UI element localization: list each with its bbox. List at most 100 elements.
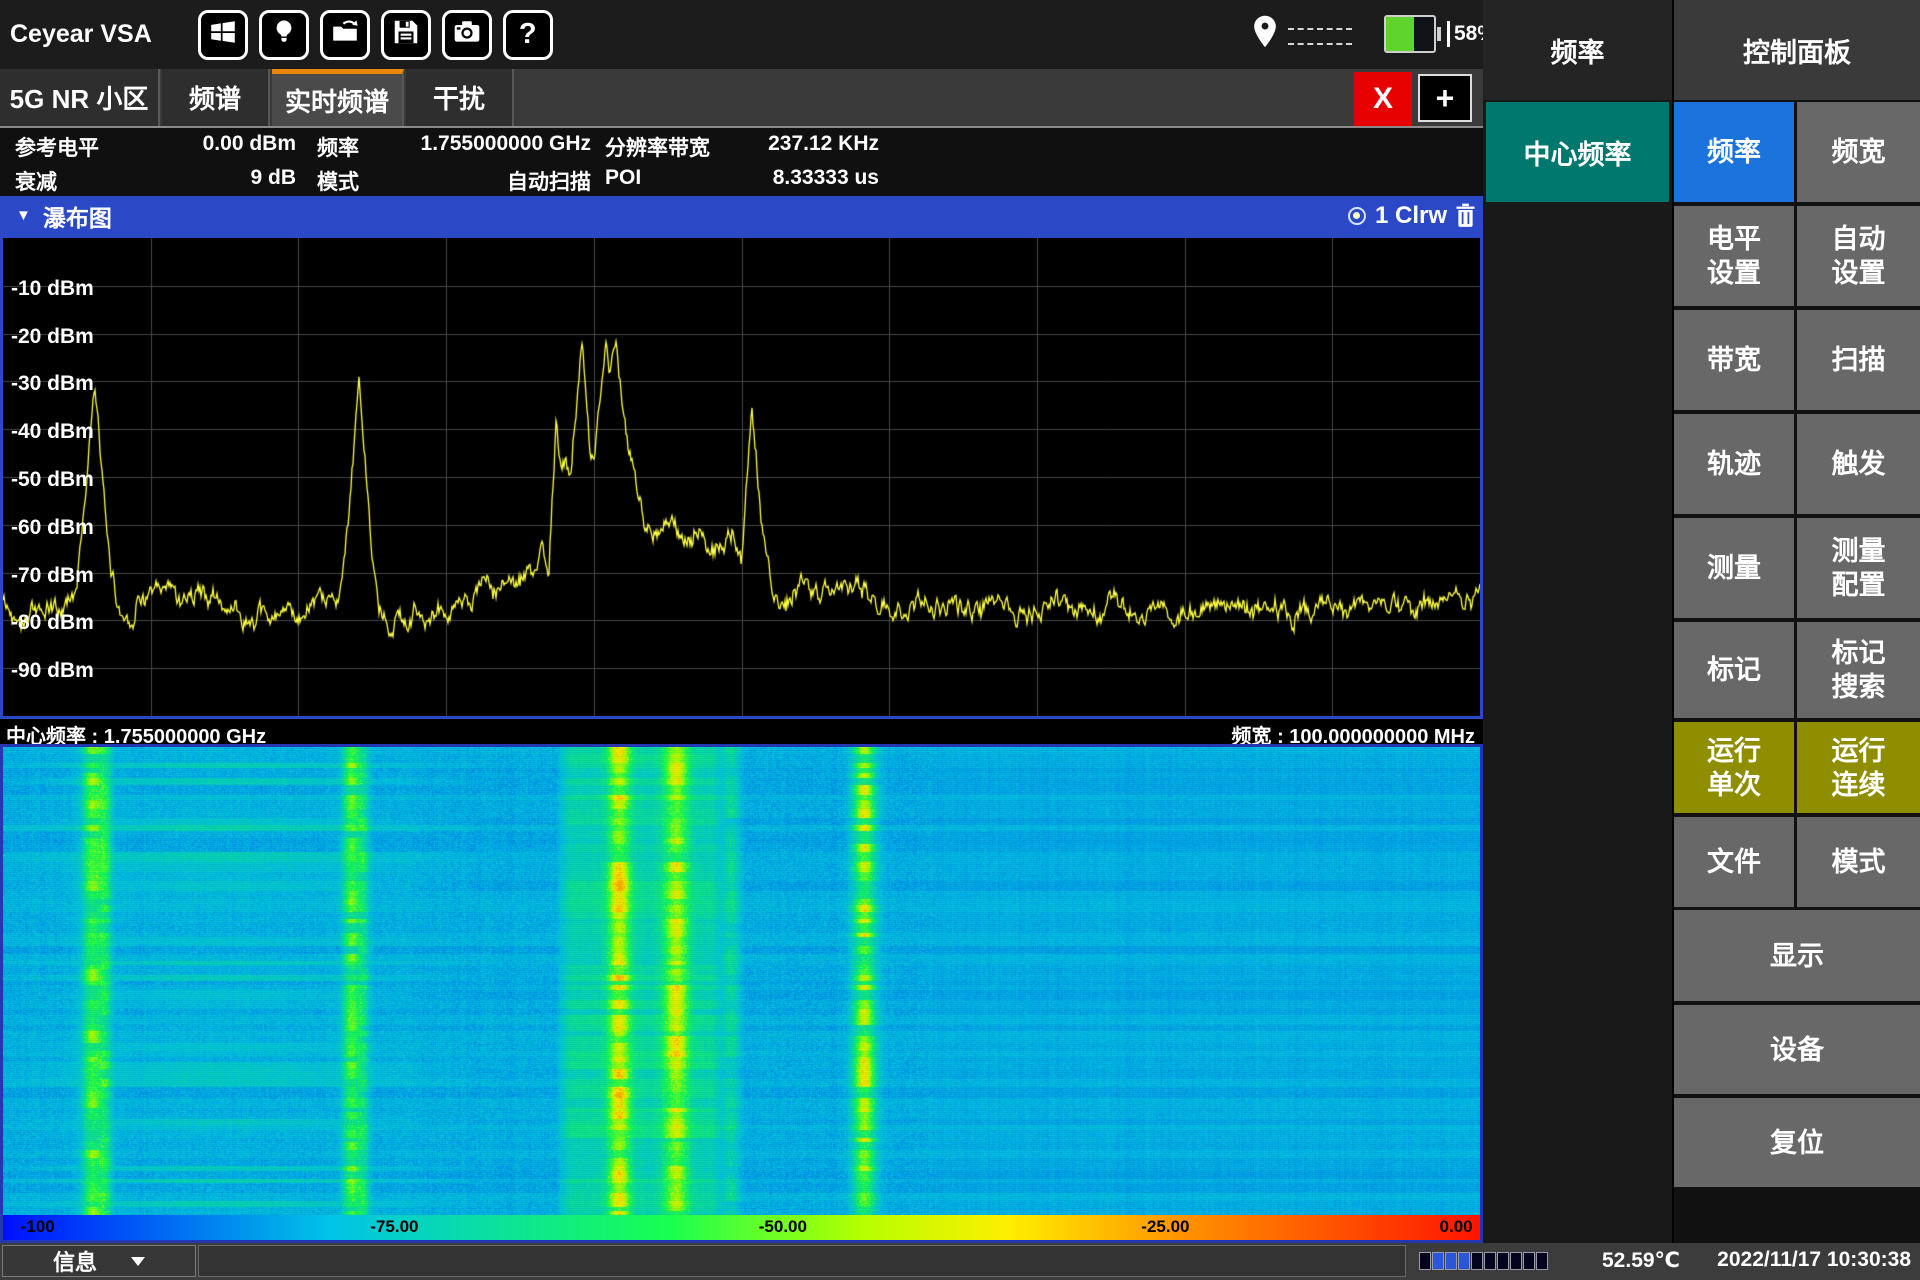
save-button[interactable]	[381, 10, 431, 60]
measurement-settings-bar: 参考电平0.00 dBm频率1.755000000 GHz分辨率带宽237.12…	[0, 128, 1483, 196]
progress-block	[1484, 1252, 1496, 1270]
rbw-value: 237.12 KHz	[610, 132, 879, 156]
settings-row: 参考电平0.00 dBm频率1.755000000 GHz分辨率带宽237.12…	[0, 128, 1483, 162]
y-axis-label: -80 dBm	[11, 611, 94, 635]
frequency-value: 1.755000000 GHz	[400, 132, 591, 156]
battery-icon	[1384, 15, 1436, 53]
toolbar: ?	[198, 10, 553, 60]
progress-blocks	[1419, 1252, 1548, 1270]
attenuation-value: 9 dB	[100, 166, 296, 190]
help-button[interactable]: ?	[503, 10, 553, 60]
y-axis-label: -30 dBm	[11, 372, 94, 396]
location-pin-icon	[1252, 14, 1278, 55]
control-panel: 控制面板 频率频宽电平 设置自动 设置带宽扫描轨迹触发测量测量 配置标记标记 搜…	[1674, 0, 1920, 1243]
cp-button-level-setup[interactable]: 电平 设置	[1674, 206, 1794, 306]
color-scale-label: 0.00	[1440, 1217, 1473, 1237]
cp-button-marker[interactable]: 标记	[1674, 622, 1794, 718]
cp-button-mode[interactable]: 模式	[1797, 817, 1920, 907]
camera-icon	[452, 17, 482, 52]
y-axis-label: -50 dBm	[11, 468, 94, 492]
waterfall-display: -100 -75.00 -50.00 -25.00 0.00	[0, 744, 1483, 1243]
sweep-mode-value: 自动扫描	[400, 166, 591, 196]
cp-button-marker-search[interactable]: 标记 搜索	[1797, 622, 1920, 718]
folder-open-button[interactable]	[320, 10, 370, 60]
tab-realtime-spectrum[interactable]: 实时频谱	[272, 69, 404, 126]
y-axis-label: -40 dBm	[11, 420, 94, 444]
cp-button-measure[interactable]: 测量	[1674, 518, 1794, 618]
control-panel-title: 控制面板	[1674, 0, 1920, 100]
amplitude-color-scale: -100 -75.00 -50.00 -25.00 0.00	[3, 1215, 1480, 1240]
trace-radio-button[interactable]	[1348, 207, 1366, 225]
datetime-readout: 2022/11/17 10:30:38	[1717, 1248, 1911, 1272]
close-tab-button[interactable]: X	[1354, 72, 1412, 126]
cp-button-span[interactable]: 频宽	[1797, 102, 1920, 202]
measurement-tab-bar: X + 5G NR 小区频谱实时频谱干扰	[0, 69, 1483, 128]
progress-block	[1419, 1252, 1431, 1270]
progress-block	[1497, 1252, 1509, 1270]
add-tab-button[interactable]: +	[1418, 74, 1472, 122]
progress-block	[1445, 1252, 1457, 1270]
progress-block	[1471, 1252, 1483, 1270]
frequency-label: 频率	[317, 132, 359, 162]
color-scale-label: -25.00	[1141, 1217, 1189, 1237]
poi-value: 8.33333 us	[610, 166, 879, 190]
color-scale-label: -75.00	[370, 1217, 418, 1237]
bulb-icon	[269, 17, 299, 52]
tab-spectrum[interactable]: 频谱	[162, 69, 270, 126]
submenu-title: 频率	[1483, 0, 1672, 100]
tab-interference[interactable]: 干扰	[406, 69, 514, 126]
waterfall-canvas	[3, 747, 1480, 1215]
progress-block	[1432, 1252, 1444, 1270]
cp-button-trace[interactable]: 轨迹	[1674, 414, 1794, 514]
y-axis-label: -70 dBm	[11, 564, 94, 588]
cp-button-trigger[interactable]: 触发	[1797, 414, 1920, 514]
cp-button-bandwidth[interactable]: 带宽	[1674, 310, 1794, 410]
cp-button-file[interactable]: 文件	[1674, 817, 1794, 907]
cp-button-measure-config[interactable]: 测量 配置	[1797, 518, 1920, 618]
tab-5g-nr-cell[interactable]: 5G NR 小区	[0, 69, 160, 126]
cp-button-reset[interactable]: 复位	[1674, 1098, 1920, 1187]
info-dropdown-label: 信息	[53, 1245, 97, 1277]
progress-block	[1510, 1252, 1522, 1270]
windows-button[interactable]	[198, 10, 248, 60]
attenuation-label: 衰减	[15, 166, 57, 196]
bulb-button[interactable]	[259, 10, 309, 60]
camera-button[interactable]	[442, 10, 492, 60]
y-axis-label: -60 dBm	[11, 516, 94, 540]
help-icon: ?	[519, 20, 537, 49]
sweep-mode-label: 模式	[317, 166, 359, 196]
spectrum-chart: -10 dBm -20 dBm -30 dBm -40 dBm -50 dBm -60 d…	[0, 235, 1483, 719]
color-scale-label: -100	[21, 1217, 55, 1237]
temperature-readout: 52.59℃	[1602, 1248, 1680, 1273]
cp-button-display[interactable]: 显示	[1674, 910, 1920, 1001]
color-scale-label: -50.00	[759, 1217, 807, 1237]
y-axis-label: -90 dBm	[11, 659, 94, 683]
folder-open-icon	[330, 17, 360, 52]
y-axis-label: -20 dBm	[11, 325, 94, 349]
ref-level-label: 参考电平	[15, 132, 99, 162]
progress-block	[1536, 1252, 1548, 1270]
status-bar: 信息 52.59℃ 2022/11/17 10:30:38	[0, 1243, 1920, 1280]
cp-button-auto-setup[interactable]: 自动 设置	[1797, 206, 1920, 306]
app-title: Ceyear VSA	[10, 20, 152, 49]
progress-block	[1523, 1252, 1535, 1270]
battery-indicator: 58%	[1384, 15, 1496, 53]
frequency-submenu-panel: 频率 中心频率	[1483, 0, 1672, 1243]
progress-block	[1458, 1252, 1470, 1270]
cp-button-device[interactable]: 设备	[1674, 1005, 1920, 1094]
cp-button-freq[interactable]: 频率	[1674, 102, 1794, 202]
cp-button-run-single[interactable]: 运行 单次	[1674, 722, 1794, 813]
gps-coordinates-placeholder	[1288, 24, 1352, 45]
ref-level-value: 0.00 dBm	[100, 132, 296, 156]
cp-button-run-continuous[interactable]: 运行 连续	[1797, 722, 1920, 813]
delete-trace-icon[interactable]	[1456, 203, 1475, 228]
info-dropdown[interactable]: 信息	[2, 1245, 196, 1277]
windows-icon	[208, 17, 238, 52]
cp-button-sweep[interactable]: 扫描	[1797, 310, 1920, 410]
waterfall-panel-header: ▼ 瀑布图 1 Clrw	[0, 196, 1483, 235]
y-axis-label: -10 dBm	[11, 277, 94, 301]
center-frequency-button[interactable]: 中心频率	[1486, 102, 1669, 202]
collapse-arrow-icon[interactable]: ▼	[16, 207, 31, 224]
message-area	[198, 1245, 1406, 1277]
frequency-readout-strip: 中心频率 : 1.755000000 GHz 频宽 : 100.00000000…	[0, 719, 1483, 744]
